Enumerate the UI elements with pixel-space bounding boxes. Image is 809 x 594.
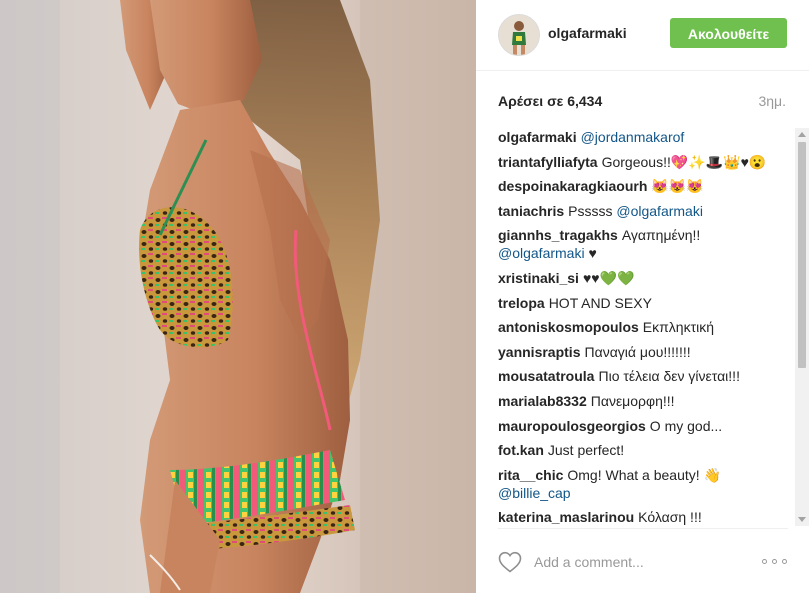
comment-item: katerina_maslarinou Κόλαση !!! xyxy=(498,508,788,526)
comment-username[interactable]: mousatatroula xyxy=(498,368,594,384)
comment-item: mousatatroula Πιο τέλεια δεν γίνεται!!! xyxy=(498,367,788,385)
add-comment-input[interactable] xyxy=(534,551,734,573)
comment-username[interactable]: giannhs_tragakhs xyxy=(498,227,618,243)
post-details-panel: olgafarmaki Ακολουθείτε Αρέσει σε 6,434 … xyxy=(476,0,809,593)
comment-username[interactable]: triantafylliafyta xyxy=(498,154,598,170)
post-photo[interactable] xyxy=(0,0,476,593)
post-header: olgafarmaki Ακολουθείτε xyxy=(476,0,809,71)
more-dot xyxy=(782,559,787,564)
comment-text: Psssss xyxy=(568,202,613,219)
avatar[interactable] xyxy=(498,14,540,56)
avatar-image xyxy=(499,15,539,55)
likes-row: Αρέσει σε 6,434 3ημ. xyxy=(498,93,786,113)
comment-item: despoinakaragkiaourh 😻😻😻 xyxy=(498,177,788,195)
comments-scrollbar[interactable] xyxy=(795,128,809,526)
comment-text: Πανεμορφη!!! xyxy=(590,392,675,409)
comments-list[interactable]: olgafarmaki @jordanmakarof triantafylliafy… xyxy=(498,128,788,528)
comment-username[interactable]: fot.kan xyxy=(498,442,544,458)
comment-username[interactable]: marialab8332 xyxy=(498,393,587,409)
more-options-icon[interactable] xyxy=(762,557,788,567)
comment-item: mauropoulosgeorgios O my god... xyxy=(498,417,788,435)
comment-item: triantafylliafyta Gorgeous!!💖✨🎩👑♥😮 xyxy=(498,153,788,171)
comment-username[interactable]: rita__chic xyxy=(498,467,563,483)
following-button[interactable]: Ακολουθείτε xyxy=(670,18,787,48)
comment-text: Gorgeous!!💖✨🎩👑♥😮 xyxy=(601,153,767,170)
comment-mention-link[interactable]: @olgafarmaki xyxy=(498,245,585,261)
comment-item: fot.kan Just perfect! xyxy=(498,441,788,459)
comment-text: Just perfect! xyxy=(547,442,625,459)
comment-mention-link[interactable]: @olgafarmaki xyxy=(616,203,703,219)
comment-username[interactable]: despoinakaragkiaourh xyxy=(498,178,647,194)
post-footer xyxy=(498,528,788,594)
scroll-up-arrow-icon[interactable] xyxy=(798,132,806,137)
comment-username[interactable]: olgafarmaki xyxy=(498,129,577,145)
comment-username[interactable]: mauropoulosgeorgios xyxy=(498,418,646,434)
comment-item: yannisraptis Παναγιά μου!!!!!!! xyxy=(498,343,788,361)
comment-username[interactable]: antoniskosmopoulos xyxy=(498,319,639,335)
comment-text: Εκπληκτική xyxy=(642,319,715,336)
comment-username[interactable]: yannisraptis xyxy=(498,344,580,360)
comment-text: HOT AND SEXY xyxy=(548,294,652,311)
comment-item: rita__chic Omg! What a beauty! 👋 @billie_… xyxy=(498,466,788,502)
comment-text: O my god... xyxy=(649,417,723,434)
comment-text: Παναγιά μου!!!!!!! xyxy=(584,343,691,360)
comment-text: Κόλαση !!! xyxy=(638,509,702,526)
comment-item: trelopa HOT AND SEXY xyxy=(498,294,788,312)
comment-text: 😻😻😻 xyxy=(651,178,704,195)
scroll-down-arrow-icon[interactable] xyxy=(798,517,806,522)
comment-username[interactable]: xristinaki_si xyxy=(498,270,579,286)
comment-item: antoniskosmopoulos Εκπληκτική xyxy=(498,318,788,336)
comment-mention-link[interactable]: @jordanmakarof xyxy=(581,129,685,145)
comment-username[interactable]: trelopa xyxy=(498,295,545,311)
photo-illustration xyxy=(0,0,476,593)
comment-item: xristinaki_si ♥♥💚💚 xyxy=(498,269,788,287)
post-time[interactable]: 3ημ. xyxy=(758,93,786,109)
post-username[interactable]: olgafarmaki xyxy=(548,25,627,41)
more-dot xyxy=(772,559,777,564)
comment-username[interactable]: taniachris xyxy=(498,203,564,219)
comment-item: taniachris Psssss @olgafarmaki xyxy=(498,202,788,220)
more-dot xyxy=(762,559,767,564)
scrollbar-thumb[interactable] xyxy=(798,142,806,368)
comment-username[interactable]: katerina_maslarinou xyxy=(498,509,634,525)
comment-emoji: ♥ xyxy=(588,245,597,262)
comment-text: ♥♥💚💚 xyxy=(582,269,635,286)
heart-outline-icon[interactable] xyxy=(498,551,522,573)
comment-text: Αγαπημένη!! xyxy=(621,227,701,244)
comment-mention-link[interactable]: @billie_cap xyxy=(498,485,571,501)
comment-text: Omg! What a beauty! 👋 xyxy=(567,466,721,483)
comment-item: marialab8332 Πανεμορφη!!! xyxy=(498,392,788,410)
likes-count[interactable]: Αρέσει σε 6,434 xyxy=(498,93,602,109)
comment-text: Πιο τέλεια δεν γίνεται!!! xyxy=(598,368,740,385)
comment-item: giannhs_tragakhs Αγαπημένη!! @olgafarmaki… xyxy=(498,226,788,262)
comment-item: olgafarmaki @jordanmakarof xyxy=(498,128,788,146)
